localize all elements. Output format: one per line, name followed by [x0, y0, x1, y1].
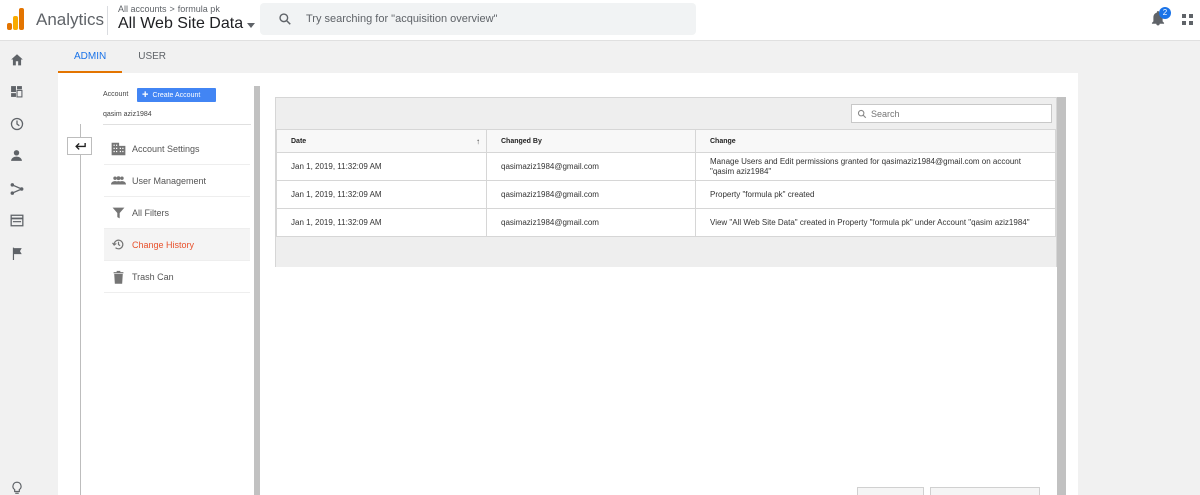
sort-ascending-icon[interactable]: ↑ — [476, 137, 480, 146]
cell-date: Jan 1, 2019, 11:32:09 AM — [276, 208, 487, 237]
content-scrollbar[interactable] — [1057, 97, 1066, 495]
breadcrumb-separator: > — [169, 4, 175, 14]
breadcrumb[interactable]: All accounts > formula pk — [118, 4, 220, 14]
divider — [107, 6, 108, 35]
nav-label: Trash Can — [132, 271, 174, 282]
create-account-button[interactable]: + Create Account — [137, 88, 216, 102]
global-search[interactable] — [260, 3, 696, 35]
person-icon[interactable] — [9, 148, 24, 163]
behavior-icon[interactable] — [9, 213, 24, 228]
table-search-input[interactable] — [871, 108, 1051, 119]
breadcrumb-property[interactable]: formula pk — [178, 4, 220, 14]
cell-date: Jan 1, 2019, 11:32:09 AM — [276, 180, 487, 209]
nav-label: User Management — [132, 175, 207, 186]
secondary-bottom-button[interactable] — [930, 487, 1040, 495]
top-bar: Analytics All accounts > formula pk All … — [0, 0, 1200, 41]
people-icon — [104, 175, 132, 186]
create-account-label: Create Account — [152, 91, 201, 99]
cell-changed-by: qasimaziz1984@gmail.com — [486, 152, 696, 181]
column-header-change[interactable]: Change — [695, 129, 1056, 153]
account-nav: Account Settings User Management All Fil… — [104, 133, 250, 293]
column-header-changed-by[interactable]: Changed By — [486, 129, 696, 153]
apps-grid-icon[interactable] — [1182, 14, 1193, 25]
cell-change: View "All Web Site Data" created in Prop… — [695, 208, 1056, 237]
change-history-table: Date ↑ Changed By Change Jan 1, 2019, 11… — [275, 97, 1057, 267]
search-icon — [857, 109, 867, 118]
table-search[interactable] — [851, 104, 1052, 123]
table-footer — [276, 237, 1056, 267]
column-divider — [80, 124, 81, 495]
cell-changed-by: qasimaziz1984@gmail.com — [486, 180, 696, 209]
trash-icon — [104, 270, 132, 284]
nav-item-account-settings[interactable]: Account Settings — [104, 133, 250, 165]
nav-item-trash-can[interactable]: Trash Can — [104, 261, 250, 293]
column-label: Change — [710, 137, 736, 145]
column-label: Date — [291, 137, 307, 145]
history-icon — [104, 238, 132, 251]
nav-label: All Filters — [132, 207, 170, 218]
table-row: Jan 1, 2019, 11:32:09 AM qasimaziz1984@g… — [276, 180, 1056, 209]
plus-icon: + — [142, 89, 149, 101]
cell-change: Manage Users and Edit permissions grante… — [695, 152, 1056, 181]
acquisition-icon[interactable] — [9, 181, 24, 196]
nav-item-change-history[interactable]: Change History — [104, 229, 250, 261]
admin-user-tabs: ADMIN USER — [58, 41, 182, 73]
sidebar-scrollbar[interactable] — [254, 86, 260, 495]
cell-changed-by: qasimaziz1984@gmail.com — [486, 208, 696, 237]
cell-change: Property "formula pk" created — [695, 180, 1056, 209]
caret-down-icon — [247, 22, 256, 28]
flag-icon[interactable] — [9, 246, 24, 261]
analytics-logo-icon[interactable] — [7, 8, 25, 30]
nav-label: Account Settings — [132, 143, 200, 154]
dashboard-icon[interactable] — [9, 84, 24, 99]
global-search-input[interactable] — [306, 13, 666, 25]
table-row: Jan 1, 2019, 11:32:09 AM qasimaziz1984@g… — [276, 152, 1056, 181]
left-rail — [0, 41, 32, 495]
nav-item-all-filters[interactable]: All Filters — [104, 197, 250, 229]
collapse-back-button[interactable] — [67, 137, 92, 155]
export-button[interactable] — [857, 487, 924, 495]
notification-badge: 2 — [1159, 7, 1171, 19]
back-arrow-icon — [74, 142, 86, 150]
tab-user[interactable]: USER — [122, 41, 182, 73]
nav-item-user-management[interactable]: User Management — [104, 165, 250, 197]
nav-label: Change History — [132, 239, 195, 250]
view-name: All Web Site Data — [118, 15, 244, 32]
lightbulb-icon[interactable] — [9, 480, 24, 495]
column-label: Changed By — [501, 137, 542, 145]
table-row: Jan 1, 2019, 11:32:09 AM qasimaziz1984@g… — [276, 208, 1056, 237]
clock-icon[interactable] — [9, 116, 24, 131]
breadcrumb-all-accounts[interactable]: All accounts — [118, 4, 167, 14]
account-label: Account — [103, 91, 129, 98]
cell-date: Jan 1, 2019, 11:32:09 AM — [276, 152, 487, 181]
account-divider — [103, 124, 251, 125]
app-name: Analytics — [36, 10, 105, 29]
home-icon[interactable] — [9, 52, 24, 67]
history-table: Date ↑ Changed By Change Jan 1, 2019, 11… — [276, 129, 1056, 237]
column-header-date[interactable]: Date ↑ — [276, 129, 487, 153]
building-icon — [104, 142, 132, 156]
tab-admin[interactable]: ADMIN — [58, 41, 123, 73]
view-selector[interactable]: All Web Site Data — [118, 15, 256, 33]
filter-icon — [104, 207, 132, 219]
search-icon — [279, 13, 291, 25]
account-name[interactable]: qasim aziz1984 — [103, 111, 152, 118]
